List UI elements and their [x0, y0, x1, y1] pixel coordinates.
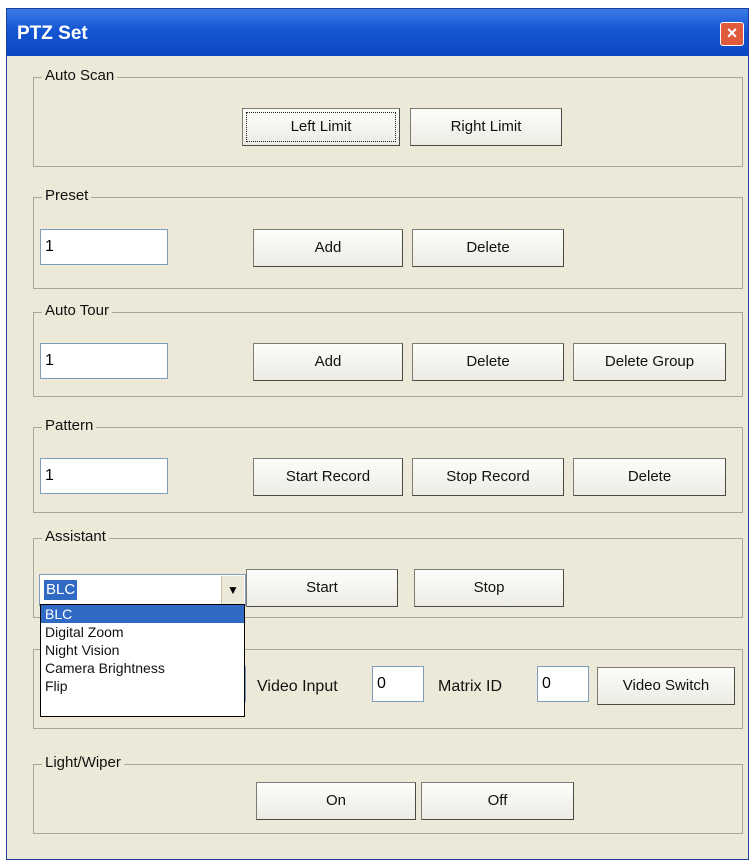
auto-tour-delete-button[interactable]: Delete: [412, 343, 564, 381]
preset-legend: Preset: [42, 187, 92, 204]
auto-tour-add-button[interactable]: Add: [253, 343, 403, 381]
preset-delete-button[interactable]: Delete: [412, 229, 564, 267]
pattern-legend: Pattern: [42, 417, 97, 434]
ptz-set-window: PTZ Set × Auto Scan Left Limit Right Lim…: [6, 8, 749, 860]
video-input-field[interactable]: 0: [372, 666, 424, 702]
dropdown-option-digital-zoom[interactable]: Digital Zoom: [41, 623, 244, 641]
close-button[interactable]: ×: [720, 22, 744, 46]
stop-record-button[interactable]: Stop Record: [412, 458, 564, 496]
start-record-button[interactable]: Start Record: [253, 458, 403, 496]
preset-add-button[interactable]: Add: [253, 229, 403, 267]
close-icon: ×: [726, 23, 738, 43]
assistant-stop-button[interactable]: Stop: [414, 569, 564, 607]
pattern-group: Pattern 1 Start Record Stop Record Delet…: [33, 417, 743, 513]
dropdown-option-flip[interactable]: Flip: [41, 677, 244, 695]
video-input-label: Video Input: [257, 678, 338, 695]
auto-tour-group: Auto Tour 1 Add Delete Delete Group: [33, 302, 743, 397]
video-switch-button[interactable]: Video Switch: [597, 667, 735, 705]
delete-group-button[interactable]: Delete Group: [573, 343, 726, 381]
assistant-legend: Assistant: [42, 528, 109, 545]
dropdown-option-night-vision[interactable]: Night Vision: [41, 641, 244, 659]
assistant-function-select[interactable]: BLC ▼: [39, 574, 246, 606]
auto-scan-legend: Auto Scan: [42, 67, 118, 84]
left-limit-button[interactable]: Left Limit: [242, 108, 400, 146]
light-wiper-legend: Light/Wiper: [42, 754, 124, 771]
preset-group: Preset 1 Add Delete: [33, 187, 743, 289]
auto-tour-number-input[interactable]: 1: [40, 343, 168, 379]
assistant-dropdown-list: BLC Digital Zoom Night Vision Camera Bri…: [40, 604, 245, 717]
auto-scan-group: Auto Scan Left Limit Right Limit: [33, 67, 743, 167]
chevron-down-icon[interactable]: ▼: [221, 576, 244, 604]
pattern-number-input[interactable]: 1: [40, 458, 168, 494]
matrix-id-label: Matrix ID: [438, 678, 502, 695]
right-limit-button[interactable]: Right Limit: [410, 108, 562, 146]
light-on-button[interactable]: On: [256, 782, 416, 820]
auto-tour-legend: Auto Tour: [42, 302, 112, 319]
dropdown-option-blc[interactable]: BLC: [41, 605, 244, 623]
combo-selected-value: BLC: [44, 580, 78, 600]
preset-number-input[interactable]: 1: [40, 229, 168, 265]
pattern-delete-button[interactable]: Delete: [573, 458, 726, 496]
window-title: PTZ Set: [17, 23, 88, 44]
light-wiper-group: Light/Wiper On Off: [33, 754, 743, 834]
assistant-start-button[interactable]: Start: [246, 569, 398, 607]
matrix-id-field[interactable]: 0: [537, 666, 589, 702]
title-bar[interactable]: PTZ Set ×: [7, 9, 748, 56]
light-off-button[interactable]: Off: [421, 782, 574, 820]
dropdown-option-camera-brightness[interactable]: Camera Brightness: [41, 659, 244, 677]
